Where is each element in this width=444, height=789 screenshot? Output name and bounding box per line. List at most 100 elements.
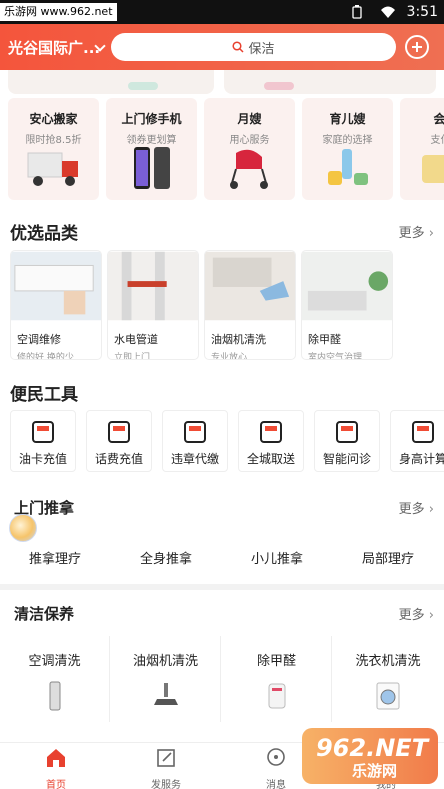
watermark-brand: 962.NET xyxy=(316,734,429,762)
wifi-icon xyxy=(381,6,395,18)
cleaning-card-formaldehyde[interactable]: 除甲醛 xyxy=(222,636,332,722)
tool-label: 话费充值 xyxy=(94,452,143,466)
tool-traffic-fine[interactable]: 违章代缴 xyxy=(162,410,228,472)
air-purifier-icon xyxy=(268,683,285,709)
service-card-membership[interactable]: 会员 支付最 xyxy=(400,98,444,200)
category-subtitle: 专业放心 xyxy=(211,353,248,360)
location-selector[interactable]: 光谷国际广... xyxy=(8,37,100,58)
service-subtitle: 支付最 xyxy=(430,135,444,146)
cleaning-more-link[interactable]: 更多 xyxy=(399,604,434,623)
cleaning-title-label: 油烟机清洗 xyxy=(132,654,198,669)
range-hood-photo xyxy=(205,251,295,321)
service-subtitle: 用心服务 xyxy=(229,135,270,146)
service-title: 安心搬家 xyxy=(29,112,78,126)
truck-icon xyxy=(27,152,78,186)
tool-label: 全城取送 xyxy=(246,452,295,466)
nav-home[interactable]: 首页 xyxy=(26,747,86,789)
search-bar[interactable]: 保洁 xyxy=(111,33,396,61)
banner-right[interactable] xyxy=(224,70,436,94)
cleaning-card-washing-machine[interactable]: 洗衣机清洗 xyxy=(333,636,443,722)
service-title: 会员 xyxy=(433,112,444,126)
service-card-phone-repair[interactable]: 上门修手机 领券更划算 xyxy=(106,98,197,200)
massage-more-link[interactable]: 更多 xyxy=(399,498,434,517)
cleaning-title-label: 空调清洗 xyxy=(28,654,81,669)
massage-tab[interactable]: 推拿理疗 xyxy=(10,548,100,567)
category-title: 空调维修 xyxy=(17,333,61,346)
category-subtitle: 立即上门 xyxy=(114,353,151,360)
tool-consultation[interactable]: 智能问诊 xyxy=(314,410,380,472)
tool-phone-bill[interactable]: 话费充值 xyxy=(86,410,152,472)
app-screen: 乐游网 www.962.net 3:51 光谷国际广... 保洁 安心搬家 限时… xyxy=(0,0,444,789)
calculator-icon xyxy=(412,421,434,443)
tool-label: 违章代缴 xyxy=(170,452,219,466)
nav-post-service[interactable]: 发服务 xyxy=(136,747,196,789)
category-subtitle: 修的好 换的少 xyxy=(17,353,74,360)
category-card-plumbing[interactable]: 水电管道 立即上门 xyxy=(107,250,199,360)
phone-icon xyxy=(134,147,170,189)
nav-label: 首页 xyxy=(46,780,66,789)
section-divider xyxy=(0,584,444,590)
service-cards: 安心搬家 限时抢8.5折 上门修手机 领券更划算 月嫂 用心服务 育儿嫂 家庭的… xyxy=(8,98,444,200)
tool-fuel-card[interactable]: 油卡充值 xyxy=(10,410,76,472)
tool-height-calc[interactable]: 身高计算 xyxy=(390,410,444,472)
massage-tab[interactable]: 局部理疗 xyxy=(343,548,433,567)
featured-more-link[interactable]: 更多 xyxy=(399,222,434,241)
package-icon xyxy=(260,421,282,443)
service-title: 月嫂 xyxy=(237,112,262,126)
category-card-range-hood[interactable]: 油烟机清洗 专业放心 xyxy=(204,250,296,360)
service-subtitle: 领券更划算 xyxy=(126,135,177,146)
category-title: 水电管道 xyxy=(114,333,158,346)
category-title: 除甲醛 xyxy=(308,333,341,346)
cleaning-title: 清洁保养 xyxy=(14,605,75,623)
floating-assistant-icon[interactable] xyxy=(9,514,37,542)
stroller-icon xyxy=(230,149,268,189)
cleaning-title-label: 洗衣机清洗 xyxy=(355,654,421,669)
washing-machine-icon xyxy=(376,682,400,710)
service-card-moving[interactable]: 安心搬家 限时抢8.5折 xyxy=(8,98,99,200)
service-subtitle: 限时抢8.5折 xyxy=(25,135,82,146)
service-card-maternity[interactable]: 月嫂 用心服务 xyxy=(204,98,295,200)
top-header: 光谷国际广... 保洁 xyxy=(0,24,444,70)
service-card-nanny[interactable]: 育儿嫂 家庭的选择 xyxy=(302,98,393,200)
plumbing-photo xyxy=(108,251,198,321)
home-icon xyxy=(47,749,65,767)
warning-icon xyxy=(184,421,206,443)
status-time: 3:51 xyxy=(406,4,438,20)
chat-icon xyxy=(336,421,358,443)
banner-decoration xyxy=(128,82,158,90)
category-subtitle: 室内空气治理 xyxy=(308,353,363,360)
message-icon xyxy=(267,748,285,766)
edit-icon xyxy=(157,749,175,767)
nav-messages[interactable]: 消息 xyxy=(246,747,306,789)
category-card-formaldehyde[interactable]: 除甲醛 室内空气治理 xyxy=(301,250,393,360)
service-title: 育儿嫂 xyxy=(329,112,366,126)
search-placeholder: 保洁 xyxy=(248,41,275,57)
cleaning-card-range-hood[interactable]: 油烟机清洗 xyxy=(111,636,221,722)
status-bar: 乐游网 www.962.net 3:51 xyxy=(0,0,444,24)
baby-bottle-icon xyxy=(328,149,368,185)
phone-bill-icon xyxy=(108,421,130,443)
watermark-cn: 乐游网 xyxy=(352,762,398,780)
site-watermark-label: 乐游网 www.962.net xyxy=(0,3,117,21)
service-subtitle: 家庭的选择 xyxy=(322,135,373,146)
watermark-logo: 962.NET 乐游网 xyxy=(302,728,438,784)
search-icon xyxy=(232,41,245,53)
cleaning-card-ac[interactable]: 空调清洗 xyxy=(0,636,110,722)
tool-label: 智能问诊 xyxy=(322,452,371,466)
living-room-photo xyxy=(302,251,392,321)
massage-tab[interactable]: 全身推拿 xyxy=(121,548,211,567)
banner-left[interactable] xyxy=(8,70,214,94)
ac-repair-photo xyxy=(11,251,101,321)
tool-delivery[interactable]: 全城取送 xyxy=(238,410,304,472)
nav-label: 发服务 xyxy=(151,780,181,789)
tools-title: 便民工具 xyxy=(10,385,78,405)
range-hood-icon xyxy=(153,683,178,705)
card-icon xyxy=(422,155,444,183)
air-conditioner-icon xyxy=(49,681,60,711)
nav-label: 消息 xyxy=(266,780,286,789)
tool-label: 油卡充值 xyxy=(18,452,67,466)
massage-tab[interactable]: 小儿推拿 xyxy=(232,548,322,567)
add-icon[interactable] xyxy=(405,35,429,59)
battery-icon xyxy=(352,5,362,19)
category-card-ac-repair[interactable]: 空调维修 修的好 换的少 xyxy=(10,250,102,360)
